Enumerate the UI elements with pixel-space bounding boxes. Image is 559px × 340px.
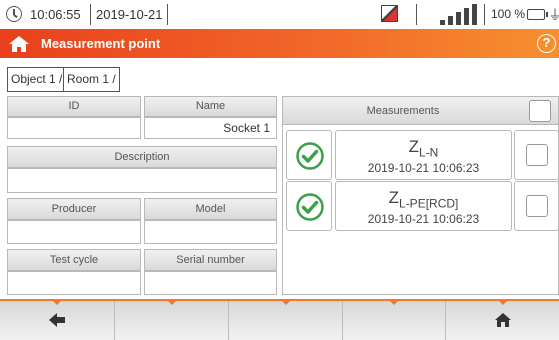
model-label: Model bbox=[144, 198, 277, 220]
check-circle-icon bbox=[296, 142, 324, 170]
measurement-checkbox[interactable] bbox=[526, 144, 548, 166]
measurement-timestamp: 2019-10-21 10:06:23 bbox=[367, 212, 480, 226]
home-icon bbox=[494, 313, 511, 327]
test-cycle-field[interactable] bbox=[7, 271, 141, 295]
name-field[interactable]: Socket 1 bbox=[144, 117, 277, 139]
model-field[interactable] bbox=[144, 220, 277, 244]
clock-icon bbox=[6, 6, 22, 22]
measurement-row[interactable]: ZL-N 2019-10-21 10:06:23 bbox=[335, 130, 512, 180]
back-button[interactable] bbox=[0, 301, 115, 340]
measurements-header-label: Measurements bbox=[366, 105, 440, 117]
producer-field[interactable] bbox=[7, 220, 141, 244]
breadcrumb-room[interactable]: Room 1 / bbox=[63, 67, 120, 92]
home-icon[interactable] bbox=[8, 35, 30, 53]
measurement-status-cell bbox=[286, 130, 332, 180]
measurement-status-cell bbox=[286, 181, 332, 231]
back-arrow-icon bbox=[49, 313, 65, 327]
toolbar-button-4[interactable] bbox=[343, 301, 446, 340]
toolbar-button-3[interactable] bbox=[229, 301, 343, 340]
status-separator bbox=[167, 4, 168, 25]
home-button[interactable] bbox=[446, 301, 559, 340]
status-separator bbox=[90, 4, 91, 25]
bottom-toolbar bbox=[0, 299, 559, 340]
name-label: Name bbox=[144, 96, 277, 117]
serial-number-field[interactable] bbox=[144, 271, 277, 295]
id-label: ID bbox=[7, 96, 141, 117]
page-title: Measurement point bbox=[41, 36, 161, 51]
status-separator bbox=[416, 4, 417, 25]
status-date: 2019-10-21 bbox=[96, 7, 163, 22]
measurements-header: Measurements bbox=[282, 96, 559, 125]
measurement-row[interactable]: ZL-PE[RCD] 2019-10-21 10:06:23 bbox=[335, 181, 512, 231]
select-all-checkbox[interactable] bbox=[529, 100, 551, 122]
measurement-timestamp: 2019-10-21 10:06:23 bbox=[367, 161, 480, 175]
title-bar: Measurement point ? bbox=[0, 29, 559, 58]
status-time: 10:06:55 bbox=[30, 7, 81, 22]
measurement-select-cell bbox=[514, 181, 559, 231]
battery-icon bbox=[527, 9, 548, 20]
signal-icon bbox=[440, 4, 480, 25]
id-field[interactable] bbox=[7, 117, 141, 139]
measurement-symbol: ZL-N bbox=[408, 137, 439, 160]
serial-number-label: Serial number bbox=[144, 249, 277, 271]
memory-card-icon bbox=[381, 5, 398, 22]
producer-label: Producer bbox=[7, 198, 141, 220]
status-separator bbox=[484, 4, 485, 25]
check-circle-icon bbox=[296, 193, 324, 221]
measurement-select-cell bbox=[514, 130, 559, 180]
test-cycle-label: Test cycle bbox=[7, 249, 141, 271]
description-field[interactable] bbox=[7, 168, 277, 193]
status-bar: 10:06:55 2019-10-21 100 % ⏚ bbox=[0, 0, 559, 29]
measurement-checkbox[interactable] bbox=[526, 195, 548, 217]
help-icon[interactable]: ? bbox=[537, 34, 556, 53]
breadcrumb-object[interactable]: Object 1 / bbox=[7, 67, 67, 92]
toolbar-button-2[interactable] bbox=[115, 301, 229, 340]
measurement-symbol: ZL-PE[RCD] bbox=[388, 188, 459, 211]
plug-icon: ⏚ bbox=[548, 7, 559, 23]
battery-percent: 100 % bbox=[491, 7, 526, 21]
description-label: Description bbox=[7, 146, 277, 168]
